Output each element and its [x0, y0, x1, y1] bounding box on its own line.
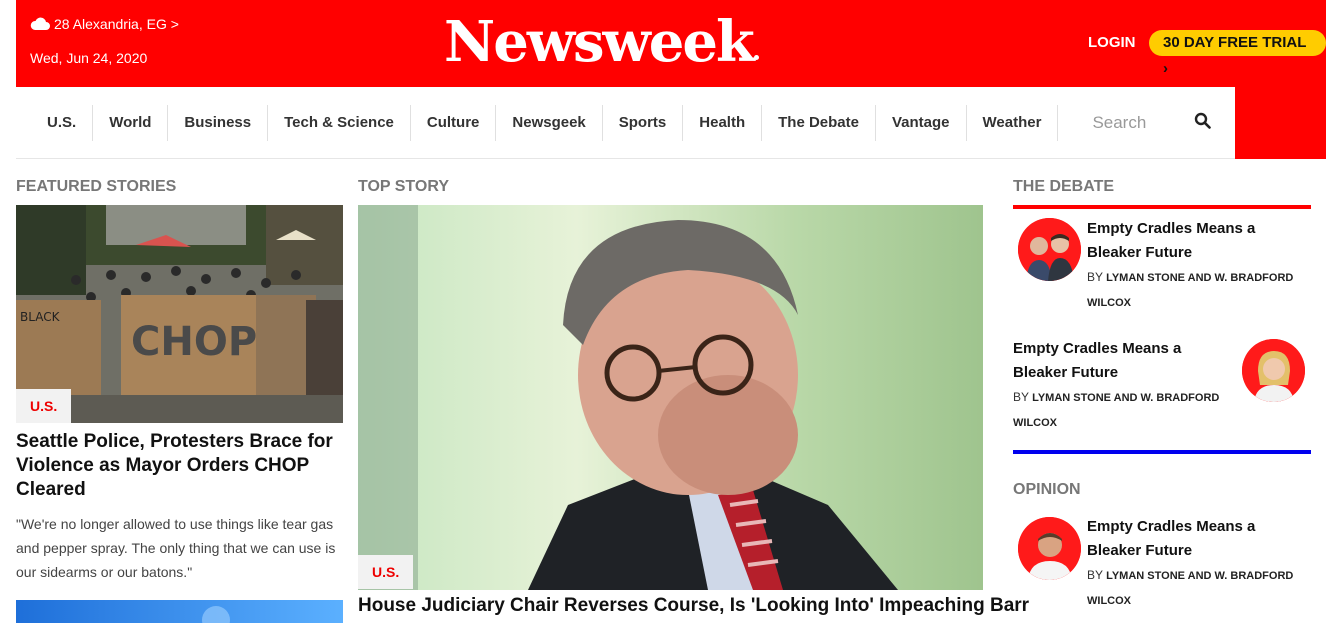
- top-story-heading: TOP STORY: [358, 178, 449, 195]
- debate-item-title[interactable]: Empty Cradles Means a Bleaker Future: [1087, 217, 1311, 265]
- weather-text: 28 Alexandria, EG >: [54, 16, 179, 32]
- opinion-rule: [1013, 450, 1311, 454]
- debate-item[interactable]: Empty Cradles Means a Bleaker Future BY …: [1013, 217, 1311, 317]
- current-date: Wed, Jun 24, 2020: [30, 50, 148, 66]
- search-box: [1092, 112, 1212, 134]
- nav-item-culture[interactable]: Culture: [411, 104, 497, 141]
- byline-prefix: BY: [1087, 270, 1103, 284]
- nav-item-sports[interactable]: Sports: [603, 104, 684, 141]
- nav-item-health[interactable]: Health: [683, 104, 763, 141]
- author-avatar: [1018, 218, 1081, 281]
- featured-stories-heading: FEATURED STORIES: [16, 178, 177, 195]
- nav-item-vantage[interactable]: Vantage: [876, 104, 967, 141]
- byline-authors[interactable]: LYMAN STONE AND W. BRADFORD WILCOX: [1013, 392, 1219, 429]
- opinion-item[interactable]: Empty Cradles Means a Bleaker Future BY …: [1013, 515, 1311, 615]
- black-sign-text: BLACK: [20, 310, 61, 324]
- opinion-item-byline: BY LYMAN STONE AND W. BRADFORD WILCOX: [1087, 563, 1311, 613]
- logo-dot: [753, 55, 759, 60]
- nav-item-weather[interactable]: Weather: [967, 104, 1059, 141]
- nav-item-the-debate[interactable]: The Debate: [762, 104, 876, 141]
- nav-item-us[interactable]: U.S.: [16, 104, 94, 141]
- chop-sign-text: CHOP: [131, 319, 257, 365]
- opinion-item-text: Empty Cradles Means a Bleaker Future BY …: [1087, 515, 1311, 613]
- nav-item-world[interactable]: World: [93, 104, 169, 141]
- byline-prefix: BY: [1013, 390, 1029, 404]
- debate-item-text: Empty Cradles Means a Bleaker Future BY …: [1013, 337, 1233, 435]
- debate-item-title[interactable]: Empty Cradles Means a Bleaker Future: [1013, 337, 1233, 385]
- nav-item-business[interactable]: Business: [168, 104, 269, 141]
- top-story-image[interactable]: [358, 205, 983, 590]
- logo-text: Newsweek: [444, 9, 755, 75]
- debate-item-byline: BY LYMAN STONE AND W. BRADFORD WILCOX: [1013, 385, 1233, 435]
- debate-item-byline: BY LYMAN STONE AND W. BRADFORD WILCOX: [1087, 265, 1311, 315]
- author-avatar: [1242, 339, 1305, 402]
- byline-authors[interactable]: LYMAN STONE AND W. BRADFORD WILCOX: [1087, 570, 1293, 607]
- debate-item[interactable]: Empty Cradles Means a Bleaker Future BY …: [1013, 337, 1311, 437]
- cloud-icon: [30, 17, 50, 31]
- nav-item-newsgeek[interactable]: Newsgeek: [496, 104, 603, 141]
- top-story-title[interactable]: House Judiciary Chair Reverses Course, I…: [358, 595, 1029, 617]
- search-icon[interactable]: [1194, 112, 1212, 134]
- top-story-tag-us[interactable]: U.S.: [358, 555, 414, 589]
- nav-red-block: [1235, 87, 1326, 159]
- search-input[interactable]: [1092, 112, 1183, 133]
- header-bar: 28 Alexandria, EG > Wed, Jun 24, 2020 Ne…: [16, 0, 1326, 87]
- author-avatar: [1018, 517, 1081, 580]
- featured-story-title[interactable]: Seattle Police, Protesters Brace for Vio…: [16, 430, 336, 502]
- nav-item-tech-science[interactable]: Tech & Science: [268, 104, 411, 141]
- byline-authors[interactable]: LYMAN STONE AND W. BRADFORD WILCOX: [1087, 272, 1293, 309]
- featured-tag-us[interactable]: U.S.: [16, 389, 72, 423]
- featured-story-quote: "We're no longer allowed to use things l…: [16, 516, 336, 580]
- main-nav: U.S. World Business Tech & Science Cultu…: [16, 87, 1235, 159]
- featured-story-image-2[interactable]: [16, 600, 343, 623]
- opinion-item-title[interactable]: Empty Cradles Means a Bleaker Future: [1087, 515, 1311, 563]
- opinion-heading: OPINION: [1013, 481, 1081, 498]
- free-trial-button[interactable]: 30 DAY FREE TRIAL ›: [1149, 30, 1326, 77]
- login-link[interactable]: LOGIN: [1088, 34, 1136, 51]
- newsweek-logo[interactable]: Newsweek: [444, 6, 759, 78]
- byline-prefix: BY: [1087, 568, 1103, 582]
- debate-rule: [1013, 205, 1311, 209]
- the-debate-heading: THE DEBATE: [1013, 178, 1115, 195]
- weather-widget[interactable]: 28 Alexandria, EG >: [30, 16, 179, 32]
- debate-item-text: Empty Cradles Means a Bleaker Future BY …: [1087, 217, 1311, 315]
